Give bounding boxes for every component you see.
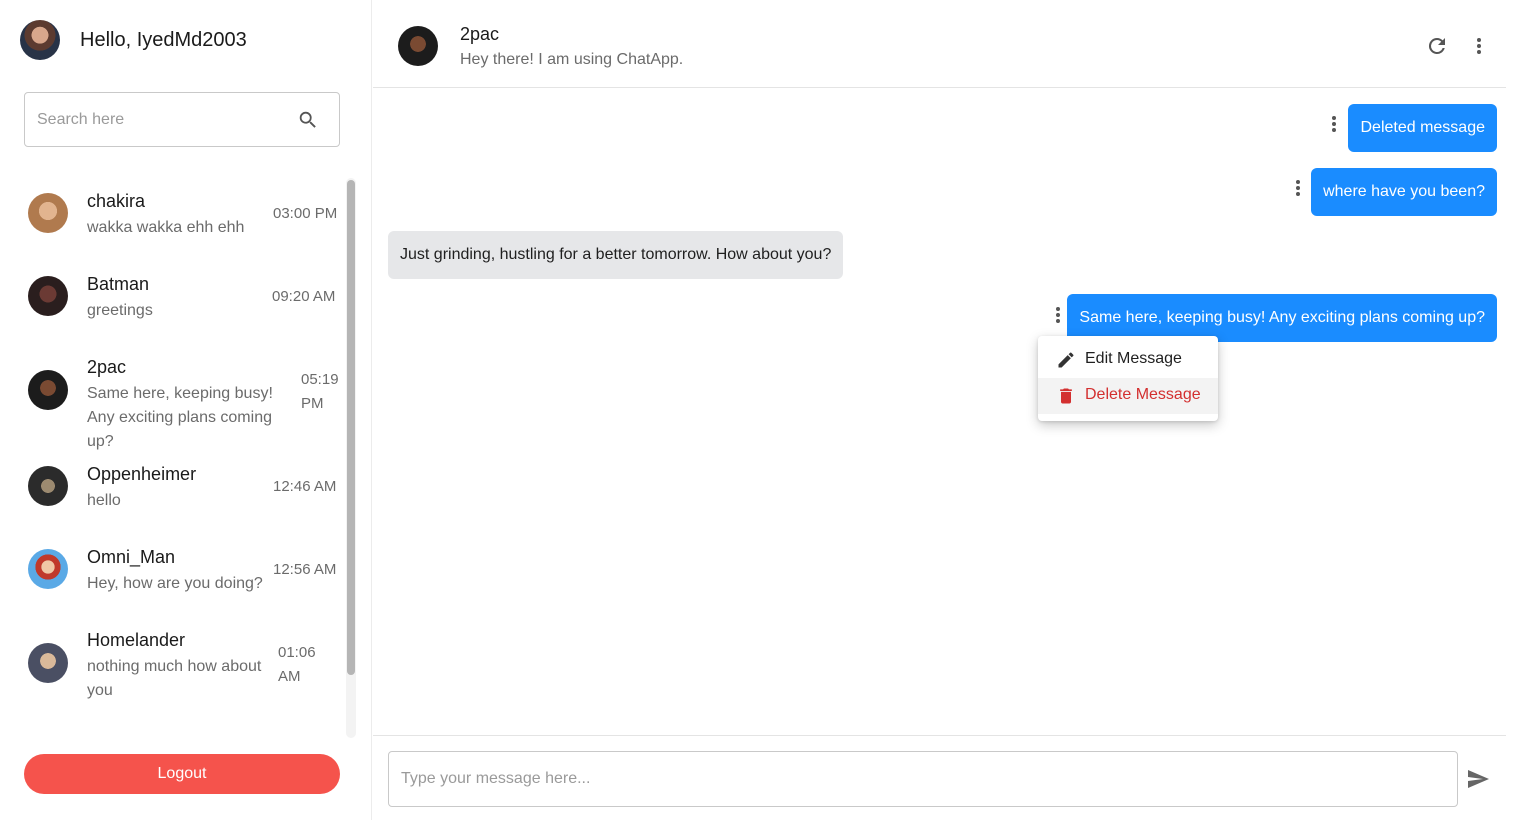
delete-message-label: Delete Message (1085, 386, 1201, 403)
chat-preview: hello (87, 492, 121, 509)
user-avatar[interactable] (20, 20, 60, 60)
contact-name: 2pac (460, 24, 500, 44)
avatar (28, 549, 68, 589)
chat-list-item[interactable]: Homelander nothing much how about you 01… (0, 619, 346, 719)
trash-icon (1060, 388, 1072, 404)
message-bubble-outgoing[interactable]: where have you been? (1311, 168, 1497, 216)
more-vert-icon[interactable] (1467, 34, 1491, 58)
chat-name: chakira (87, 191, 146, 211)
message-input[interactable] (401, 762, 1441, 796)
edit-pencil-icon (1058, 352, 1074, 368)
more-vert-icon[interactable] (1324, 112, 1344, 136)
chat-name: Omni_Man (87, 547, 176, 567)
edit-message-menu-item[interactable]: Edit Message (1038, 342, 1218, 378)
more-vert-icon[interactable] (1288, 176, 1308, 200)
chat-preview: greetings (87, 302, 153, 319)
chat-list-item[interactable]: Oppenheimer hello 12:46 AM (0, 453, 346, 533)
avatar (28, 193, 68, 233)
avatar (28, 466, 68, 506)
chat-preview: wakka wakka ehh ehh (87, 219, 245, 236)
delete-message-menu-item[interactable]: Delete Message (1038, 378, 1218, 414)
message-box (388, 751, 1458, 807)
edit-message-label: Edit Message (1085, 350, 1182, 367)
chat-name: Homelander (87, 630, 186, 650)
chat-name: 2pac (87, 357, 127, 377)
sidebar: Hello, IyedMd2003 chakira wakka wakka eh… (0, 0, 372, 820)
avatar (28, 643, 68, 683)
message-context-menu: Edit Message Delete Message (1038, 336, 1218, 421)
scrollbar-thumb[interactable] (347, 180, 355, 675)
chat-list-item[interactable]: Batman greetings 09:20 AM (0, 263, 346, 343)
contact-avatar[interactable] (398, 26, 438, 66)
chat-preview: nothing much how about you (87, 658, 262, 699)
more-vert-icon[interactable] (1048, 303, 1068, 327)
chat-name: Batman (87, 274, 150, 294)
avatar (28, 276, 68, 316)
message-bubble-outgoing[interactable]: Deleted message (1348, 104, 1497, 152)
search-icon[interactable] (297, 109, 319, 131)
chat-list: chakira wakka wakka ehh ehh 03:00 PM Bat… (0, 172, 346, 737)
chat-time: 12:46 AM (273, 478, 337, 495)
chat-time: 12:56 AM (273, 561, 337, 578)
chat-time: 03:00 PM (273, 205, 338, 222)
chat-header: 2pac Hey there! I am using ChatApp. (373, 0, 1506, 88)
send-icon[interactable] (1466, 767, 1490, 791)
message-bubble-outgoing[interactable]: Same here, keeping busy! Any exciting pl… (1067, 294, 1497, 342)
chat-preview: Hey, how are you doing? (87, 575, 263, 592)
chat-name: Oppenheimer (87, 464, 197, 484)
logout-button[interactable]: Logout (24, 754, 340, 794)
refresh-icon[interactable] (1425, 34, 1449, 58)
chat-time: 01:06 AM (278, 644, 316, 685)
contact-status: Hey there! I am using ChatApp. (460, 51, 684, 68)
avatar (28, 370, 68, 410)
chat-list-item[interactable]: 2pac Same here, keeping busy! Any exciti… (0, 346, 346, 450)
chat-preview: Same here, keeping busy! Any exciting pl… (87, 385, 273, 450)
search-box (24, 92, 340, 147)
message-bubble-incoming[interactable]: Just grinding, hustling for a better tom… (388, 231, 844, 279)
composer-divider (373, 735, 1506, 736)
search-input[interactable] (37, 103, 287, 137)
chat-list-item[interactable]: chakira wakka wakka ehh ehh 03:00 PM (0, 180, 346, 260)
chat-time: 09:20 AM (272, 288, 336, 305)
greeting-text: Hello, IyedMd2003 (80, 29, 247, 51)
chat-list-item[interactable]: Omni_Man Hey, how are you doing? 12:56 A… (0, 536, 346, 616)
chat-time: 05:19 PM (301, 371, 339, 412)
